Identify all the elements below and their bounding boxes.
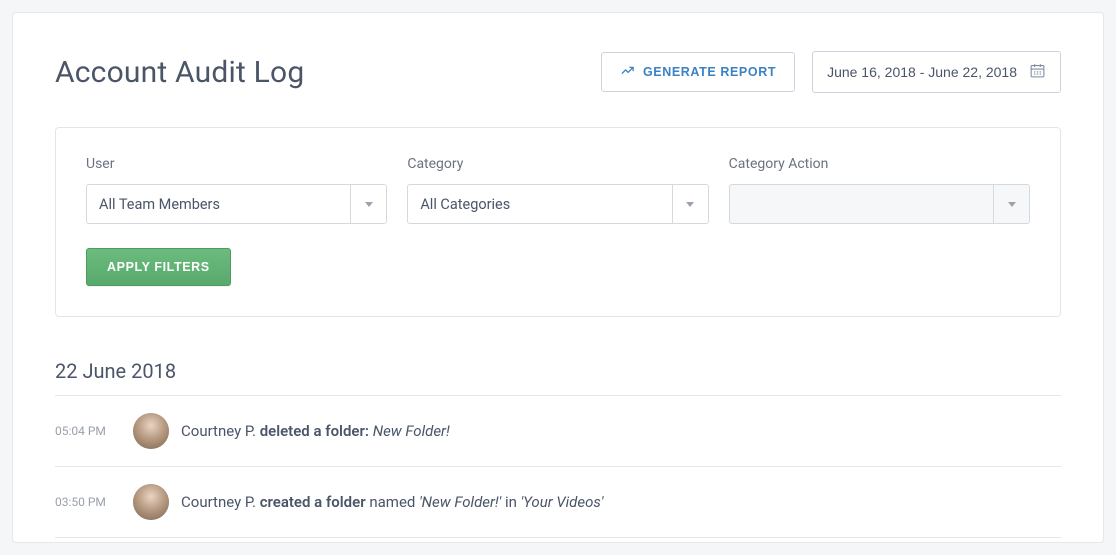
chevron-down-icon bbox=[993, 185, 1029, 223]
apply-filters-button[interactable]: APPLY FILTERS bbox=[86, 248, 231, 286]
log-action: created a folder bbox=[260, 493, 366, 511]
calendar-icon bbox=[1029, 62, 1046, 82]
filter-category-action-label: Category Action bbox=[729, 156, 1030, 172]
log-row: 03:50 PM Courtney P. created a folder na… bbox=[55, 467, 1061, 538]
page-title: Account Audit Log bbox=[55, 55, 304, 90]
avatar bbox=[133, 413, 169, 449]
log-middle: named bbox=[369, 493, 415, 511]
log-row: 05:04 PM Courtney P. deleted a folder: N… bbox=[55, 396, 1061, 467]
user-select[interactable]: All Team Members bbox=[86, 184, 387, 224]
avatar bbox=[133, 484, 169, 520]
generate-report-button[interactable]: GENERATE REPORT bbox=[601, 52, 795, 92]
filter-category: Category All Categories bbox=[407, 156, 708, 224]
date-range-picker[interactable]: June 16, 2018 - June 22, 2018 bbox=[812, 51, 1061, 93]
filters-panel: User All Team Members Category All Categ… bbox=[55, 127, 1061, 317]
log-actor: Courtney P. bbox=[181, 493, 256, 511]
category-action-select[interactable] bbox=[729, 184, 1030, 224]
header-row: Account Audit Log GENERATE REPORT June 1… bbox=[55, 51, 1061, 93]
log-entry-text: Courtney P. deleted a folder: New Folder… bbox=[181, 422, 450, 440]
log-time: 05:04 PM bbox=[55, 424, 133, 438]
category-select[interactable]: All Categories bbox=[407, 184, 708, 224]
filter-category-label: Category bbox=[407, 156, 708, 172]
log-date-heading: 22 June 2018 bbox=[55, 359, 1061, 396]
filter-user-label: User bbox=[86, 156, 387, 172]
audit-log-card: Account Audit Log GENERATE REPORT June 1… bbox=[12, 12, 1104, 543]
chart-line-icon bbox=[620, 63, 635, 81]
filter-grid: User All Team Members Category All Categ… bbox=[86, 156, 1030, 224]
user-select-value: All Team Members bbox=[87, 185, 350, 223]
category-select-value: All Categories bbox=[408, 185, 671, 223]
log-time: 03:50 PM bbox=[55, 495, 133, 509]
generate-report-label: GENERATE REPORT bbox=[643, 65, 776, 79]
log-preposition: in bbox=[505, 493, 517, 511]
chevron-down-icon bbox=[350, 185, 386, 223]
log-action: deleted a folder: bbox=[260, 422, 369, 440]
header-actions: GENERATE REPORT June 16, 2018 - June 22,… bbox=[601, 51, 1061, 93]
date-range-label: June 16, 2018 - June 22, 2018 bbox=[827, 64, 1017, 80]
filter-user: User All Team Members bbox=[86, 156, 387, 224]
filter-category-action: Category Action bbox=[729, 156, 1030, 224]
log-actor: Courtney P. bbox=[181, 422, 256, 440]
log-target: 'New Folder!' bbox=[419, 493, 501, 511]
category-action-select-value bbox=[730, 185, 993, 223]
log-entry-text: Courtney P. created a folder named 'New … bbox=[181, 493, 603, 511]
log-target: New Folder! bbox=[373, 422, 450, 440]
chevron-down-icon bbox=[672, 185, 708, 223]
log-location: 'Your Videos' bbox=[521, 493, 604, 511]
